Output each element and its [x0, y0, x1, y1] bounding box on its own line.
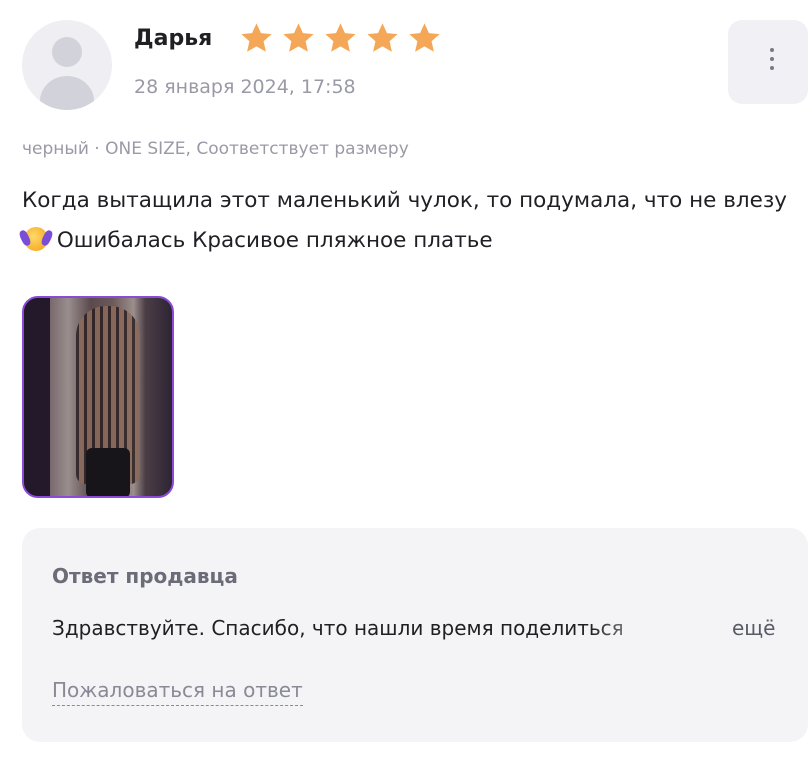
star-icon [364, 20, 401, 57]
photo-background [24, 298, 50, 496]
text-fade-overlay [590, 612, 710, 648]
report-reply-link[interactable]: Пожаловаться на ответ [52, 678, 303, 706]
more-vertical-icon [770, 48, 774, 70]
seller-reply-card: Ответ продавца Здравствуйте. Спасибо, чт… [22, 528, 808, 742]
seller-reply-title: Ответ продавца [52, 564, 238, 588]
star-icon [406, 20, 443, 57]
face-with-hand-over-mouth-icon [24, 227, 48, 251]
more-options-button[interactable] [728, 20, 808, 104]
review-text-part-1: Когда вытащила этот маленький чулок, то … [22, 188, 788, 213]
star-icon [238, 20, 275, 57]
photo-legs [86, 448, 130, 496]
show-more-link[interactable]: ещё [732, 616, 775, 640]
star-icon [280, 20, 317, 57]
seller-reply-text: Здравствуйте. Спасибо, что нашли время п… [52, 616, 624, 640]
review-photo-thumbnail[interactable] [22, 296, 174, 498]
rating-stars [238, 20, 443, 57]
avatar-head-shape [52, 37, 82, 67]
star-icon [322, 20, 359, 57]
review-text: Когда вытащила этот маленький чулок, то … [22, 181, 802, 261]
avatar [22, 20, 112, 110]
review-params: черный · ONE SIZE, Соответствует размеру [22, 139, 409, 159]
review-text-part-2: Ошибалась Красивое пляжное платье [50, 228, 493, 253]
review-date: 28 января 2024, 17:58 [134, 76, 356, 98]
avatar-body-shape [40, 76, 94, 110]
author-name: Дарья [134, 26, 213, 51]
